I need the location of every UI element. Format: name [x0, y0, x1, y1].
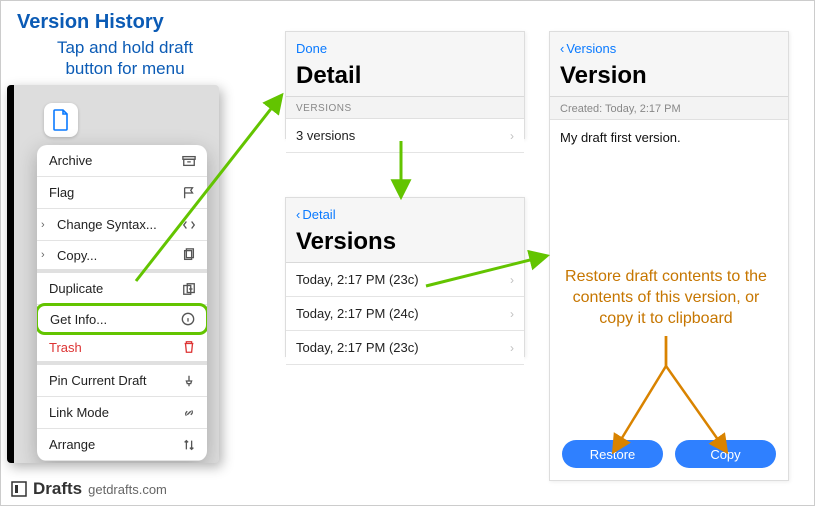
menu-item-get-info[interactable]: Get Info...: [37, 303, 207, 335]
chevron-right-icon: ›: [41, 249, 45, 261]
menu-item-label: Get Info...: [50, 312, 107, 327]
chevron-right-icon: ›: [510, 341, 514, 355]
chevron-right-icon: ›: [41, 219, 45, 231]
menu-item-label: Archive: [49, 153, 92, 168]
menu-item-label: Link Mode: [49, 405, 109, 420]
detail-section-header: VERSIONS: [286, 97, 524, 119]
back-label: Versions: [566, 41, 616, 56]
version-row-label: Today, 2:17 PM (23c): [296, 272, 419, 287]
versions-title: Versions: [296, 228, 514, 256]
brand-name: Drafts: [33, 479, 82, 499]
menu-item-label: Copy...: [49, 248, 97, 263]
menu-item-label: Pin Current Draft: [49, 373, 147, 388]
trash-icon: [181, 339, 197, 355]
back-to-detail[interactable]: ‹ Detail: [296, 204, 514, 224]
brand-url: getdrafts.com: [88, 482, 167, 497]
menu-item-label: Trash: [49, 340, 82, 355]
menu-item-flag[interactable]: Flag: [37, 177, 207, 209]
menu-item-label: Flag: [49, 185, 74, 200]
chevron-right-icon: ›: [510, 273, 514, 287]
context-menu: Archive Flag › Change Syntax... › Copy... Dupl…: [37, 145, 207, 461]
version-title: Version: [560, 62, 778, 90]
code-icon: [181, 217, 197, 233]
version-panel: ‹ Versions Version Created: Today, 2:17 …: [549, 31, 789, 481]
draft-button[interactable]: [44, 103, 78, 137]
footer: Drafts getdrafts.com: [11, 479, 167, 499]
versions-panel: ‹ Detail Versions Today, 2:17 PM (23c)›T…: [285, 197, 525, 357]
menu-item-label: Duplicate: [49, 281, 103, 296]
drafts-logo-icon: [11, 481, 27, 497]
version-row[interactable]: Today, 2:17 PM (24c) ›: [286, 297, 524, 331]
versions-count-row[interactable]: 3 versions ›: [286, 119, 524, 153]
version-row-label: Today, 2:17 PM (23c): [296, 340, 419, 355]
archive-icon: [181, 153, 197, 169]
flag-icon: [181, 185, 197, 201]
link-icon: [181, 405, 197, 421]
menu-item-trash[interactable]: Trash: [37, 333, 207, 365]
version-created-label: Created: Today, 2:17 PM: [550, 97, 788, 119]
version-row-label: Today, 2:17 PM (24c): [296, 306, 419, 321]
chevron-left-icon: ‹: [296, 207, 300, 222]
info-icon: [180, 311, 196, 327]
annotation-text: Restore draft contents to the contents o…: [556, 267, 776, 329]
document-icon: [52, 109, 70, 131]
menu-item-label: Arrange: [49, 437, 95, 452]
hint-text: Tap and hold draft button for menu: [35, 37, 215, 80]
chevron-left-icon: ‹: [560, 41, 564, 56]
back-to-versions[interactable]: ‹ Versions: [560, 38, 778, 58]
menu-item-change-syntax[interactable]: › Change Syntax...: [37, 209, 207, 241]
page-title: Version History: [17, 11, 164, 34]
copy-icon: [181, 247, 197, 263]
menu-item-label: Change Syntax...: [49, 217, 157, 232]
pin-icon: [181, 373, 197, 389]
versions-count-label: 3 versions: [296, 128, 355, 143]
phone-mockup: Archive Flag › Change Syntax... › Copy... Dupl…: [7, 85, 219, 463]
chevron-right-icon: ›: [510, 307, 514, 321]
menu-item-pin-current-draft[interactable]: Pin Current Draft: [37, 365, 207, 397]
done-button[interactable]: Done: [296, 38, 514, 58]
back-label: Detail: [302, 207, 335, 222]
menu-item-duplicate[interactable]: Duplicate: [37, 273, 207, 305]
menu-item-copy[interactable]: › Copy...: [37, 241, 207, 273]
version-row[interactable]: Today, 2:17 PM (23c) ›: [286, 263, 524, 297]
version-row[interactable]: Today, 2:17 PM (23c) ›: [286, 331, 524, 365]
duplicate-icon: [181, 281, 197, 297]
restore-button[interactable]: Restore: [562, 440, 663, 468]
menu-item-archive[interactable]: Archive: [37, 145, 207, 177]
detail-panel: Done Detail VERSIONS 3 versions ›: [285, 31, 525, 139]
arrange-icon: [181, 437, 197, 453]
chevron-right-icon: ›: [510, 129, 514, 143]
menu-item-link-mode[interactable]: Link Mode: [37, 397, 207, 429]
copy-button[interactable]: Copy: [675, 440, 776, 468]
detail-title: Detail: [296, 62, 514, 90]
menu-item-arrange[interactable]: Arrange: [37, 429, 207, 461]
